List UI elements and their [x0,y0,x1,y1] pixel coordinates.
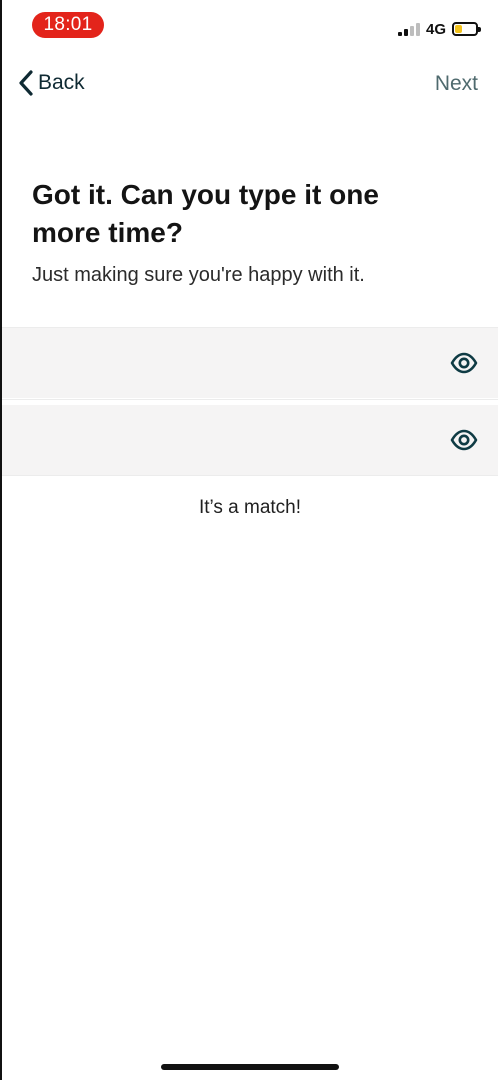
divider [2,475,498,476]
page-title: Got it. Can you type it one more time? [32,179,379,248]
status-bar: 18:01 4G [2,0,498,56]
divider [2,399,498,400]
status-time: 18:01 [32,12,104,38]
network-label: 4G [425,20,446,38]
eye-icon[interactable] [450,426,478,454]
back-label: Back [38,71,85,94]
navigation-bar: Back Next [2,66,498,106]
eye-icon[interactable] [450,349,478,377]
chevron-left-icon [19,70,33,96]
page-subtitle: Just making sure you're happy with it. [32,264,365,286]
password-input[interactable] [32,328,416,400]
battery-level [455,25,462,33]
confirm-password-input[interactable] [32,405,416,477]
home-indicator[interactable] [161,1064,339,1070]
confirm-password-field[interactable] [2,405,498,477]
status-indicators: 4G [397,20,481,38]
battery-icon [452,22,481,36]
match-status: It’s a match! [198,497,302,518]
back-button[interactable]: Back [18,70,85,96]
signal-icon [397,22,420,36]
password-field[interactable] [2,328,498,400]
next-button[interactable]: Next [435,72,478,96]
